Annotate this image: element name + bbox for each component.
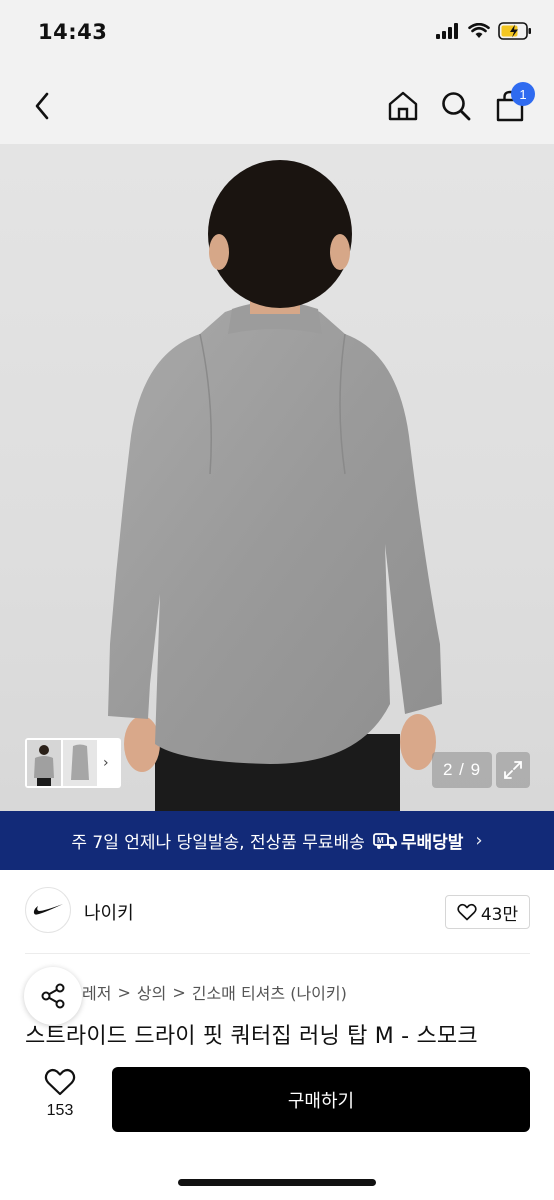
- status-icons: [436, 22, 532, 40]
- breadcrumb-item[interactable]: 긴소매 티셔츠 (나이키): [192, 980, 347, 1004]
- thumbnail-strip[interactable]: ›: [25, 738, 121, 788]
- promo-banner[interactable]: 주 7일 언제나 당일발송, 전상품 무료배송 M 무배당발 ›: [0, 811, 554, 870]
- cart-button[interactable]: 1: [488, 82, 535, 128]
- wishlist-count: 153: [46, 1102, 74, 1119]
- search-icon: [442, 92, 471, 121]
- chevron-right-icon: ›: [475, 830, 483, 851]
- share-button[interactable]: [24, 967, 82, 1025]
- nav-bar: 1: [0, 68, 554, 144]
- product-title: 스트라이드 드라이 핏 쿼터집 러닝 탑 M - 스모크: [25, 1024, 478, 1049]
- heart-icon: [44, 1068, 76, 1096]
- heart-icon: [457, 903, 477, 921]
- breadcrumb-item[interactable]: 상의: [137, 980, 166, 1004]
- model-photo: [108, 160, 442, 811]
- status-time: 14:43: [38, 20, 108, 44]
- home-indicator: [178, 1179, 376, 1186]
- chevron-right-icon: ›: [103, 755, 109, 771]
- delivery-truck-icon: M: [372, 832, 397, 849]
- thumbnail-1[interactable]: [27, 740, 61, 786]
- chevron-right-icon: >: [117, 982, 131, 1002]
- cart-badge: 1: [511, 82, 535, 106]
- wifi-icon: [468, 23, 490, 38]
- brand-name[interactable]: 나이키: [84, 899, 134, 925]
- brand-like-count: 43만: [480, 904, 519, 925]
- bottom-action-bar: 153 구매하기: [0, 1050, 554, 1200]
- signal-icon: [436, 23, 458, 39]
- brand-row: 나이키 43만: [0, 885, 554, 937]
- status-bar: 14:43: [0, 0, 554, 68]
- image-counter: 2 / 9: [432, 752, 492, 788]
- buy-button[interactable]: 구매하기: [112, 1067, 530, 1132]
- nike-swoosh-icon: [33, 904, 63, 915]
- svg-text:M: M: [377, 836, 384, 845]
- product-image[interactable]: › 2 / 9: [0, 144, 554, 811]
- thumbnail-2[interactable]: [63, 740, 97, 786]
- chevron-right-icon: >: [172, 982, 186, 1002]
- promo-brand-label: 무배당발: [400, 833, 464, 853]
- divider: [25, 953, 530, 954]
- expand-button[interactable]: [496, 752, 530, 788]
- chevron-left-icon: [35, 92, 49, 120]
- home-icon: [388, 91, 418, 121]
- breadcrumb-item[interactable]: 레저: [82, 980, 111, 1004]
- battery-icon: [498, 22, 531, 40]
- home-button[interactable]: [381, 84, 425, 128]
- brand-like-button[interactable]: 43만: [445, 895, 530, 929]
- promo-text: 주 7일 언제나 당일발송, 전상품 무료배송: [71, 833, 365, 853]
- search-button[interactable]: [434, 84, 478, 128]
- breadcrumb: 레저 > 상의 > 긴소매 티셔츠 (나이키): [82, 980, 347, 1004]
- brand-logo[interactable]: [25, 887, 71, 933]
- wishlist-button[interactable]: 153: [30, 1068, 90, 1132]
- back-button[interactable]: [20, 84, 64, 128]
- share-icon: [41, 983, 65, 1009]
- promo-brand: M 무배당발: [372, 828, 464, 853]
- expand-icon: [504, 761, 522, 779]
